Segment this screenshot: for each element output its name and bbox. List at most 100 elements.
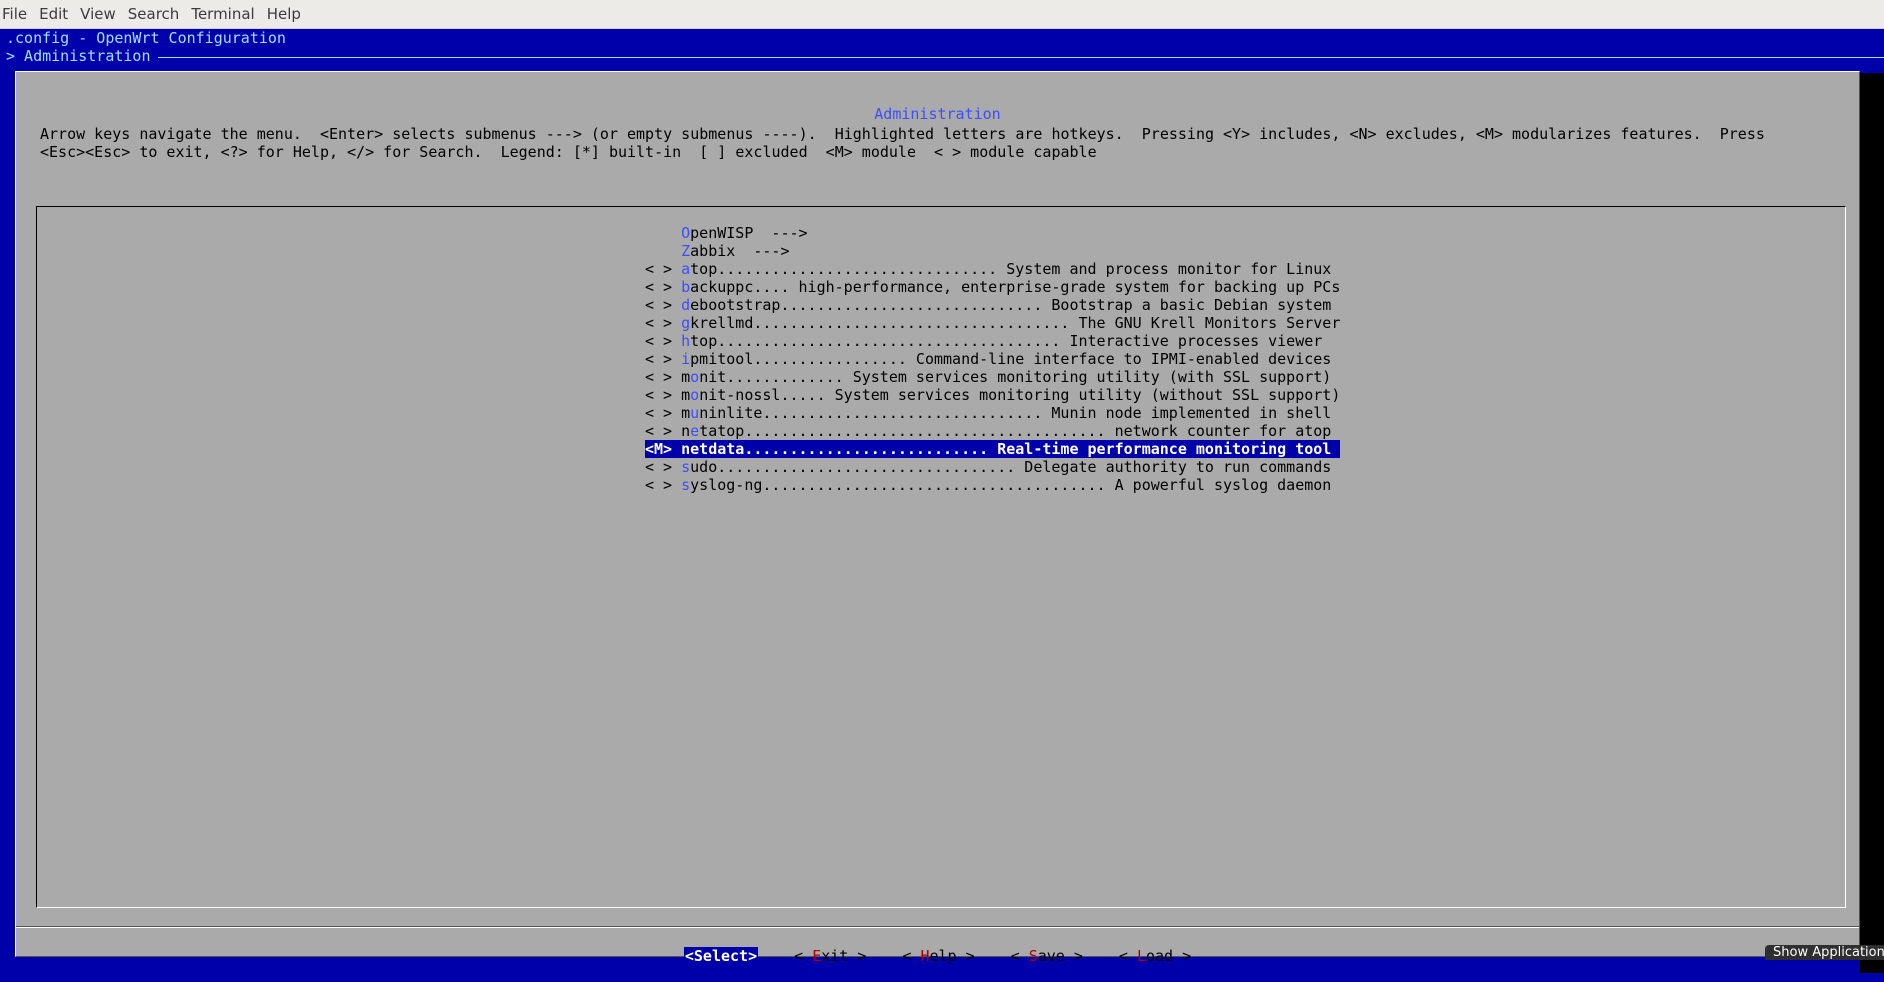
menu-view[interactable]: View	[74, 0, 122, 29]
select-open: <	[684, 947, 694, 965]
menu-item-text: penWISP --->	[690, 224, 808, 242]
help-button[interactable]: < Help >	[902, 947, 974, 965]
menu-item-hotkey: d	[681, 296, 691, 314]
config-title: .config - OpenWrt Configuration	[6, 29, 286, 47]
menu-item-text: ebootstrap............................. …	[690, 296, 1332, 314]
breadcrumb-rule	[158, 57, 1884, 58]
dialog-title-text: Administration	[871, 105, 1004, 123]
menu-item-prefix: < >	[645, 476, 682, 494]
load-rest: oad	[1145, 947, 1174, 965]
menu-item[interactable]: < > muninlite...........................…	[645, 404, 1340, 422]
help-rest: elp	[929, 947, 957, 965]
menu-item[interactable]: < > syslog-ng...........................…	[645, 476, 1340, 494]
menu-item-prefix	[645, 242, 681, 260]
menu-item-pre: m	[681, 404, 691, 422]
help-close: >	[956, 947, 975, 965]
menu-item-text: top.....................................…	[690, 332, 1323, 350]
select-close: >	[748, 947, 758, 965]
menu-item-hotkey: g	[681, 314, 691, 332]
menu-item-pre: n	[681, 422, 691, 440]
menu-edit[interactable]: Edit	[33, 0, 74, 29]
help-text: Arrow keys navigate the menu. <Enter> se…	[40, 125, 1765, 161]
load-hotkey: L	[1136, 947, 1146, 965]
terminal-area[interactable]: .config - OpenWrt Configuration > Admini…	[0, 29, 1884, 973]
menu-item-prefix: < >	[645, 386, 682, 404]
menu-item-text: ackuppc.... high-performance, enterprise…	[690, 278, 1341, 296]
menu-item-text: nit-nossl..... System services monitorin…	[699, 386, 1341, 404]
button-bar: <Select> < Exit > < Help > < Save > < Lo…	[16, 930, 1859, 982]
help-line-1: Arrow keys navigate the menu. <Enter> se…	[40, 125, 1765, 143]
menu-terminal[interactable]: Terminal	[185, 0, 260, 29]
exit-button[interactable]: < Exit >	[794, 947, 866, 965]
menu-item[interactable]: < > ipmitool................. Command-li…	[645, 350, 1340, 368]
menu-item-text: ninlite............................... M…	[699, 404, 1332, 422]
menu-file[interactable]: File	[0, 0, 33, 29]
menuconfig-dialog: Administration Arrow keys navigate the m…	[15, 71, 1860, 965]
exit-hotkey: E	[812, 947, 822, 965]
menu-item-prefix: <M>	[645, 440, 682, 458]
menu-item-text: yslog-ng................................…	[690, 476, 1332, 494]
menu-list[interactable]: OpenWISP ---> Zabbix ---> < > atop.......…	[645, 224, 1341, 494]
dialog-title: Administration	[16, 105, 1859, 123]
menu-item-text: nit............. System services monitor…	[699, 368, 1332, 386]
menu-item[interactable]: < > netatop.............................…	[645, 422, 1340, 440]
save-close: >	[1064, 947, 1083, 965]
menu-item-hotkey: n	[681, 440, 691, 458]
menu-search[interactable]: Search	[122, 0, 186, 29]
menu-item[interactable]: OpenWISP --->	[645, 224, 1340, 242]
menu-item[interactable]: < > gkrellmd............................…	[645, 314, 1340, 332]
menu-item-hotkey: u	[690, 404, 700, 422]
menu-item-prefix: < >	[645, 296, 682, 314]
breadcrumb: > Administration	[6, 47, 151, 65]
menu-item-text: top............................... Syste…	[690, 260, 1332, 278]
select-label: Select	[693, 947, 749, 965]
menu-item-hotkey: b	[681, 278, 691, 296]
menu-item[interactable]: < > htop................................…	[645, 332, 1340, 350]
menu-item-hotkey: i	[681, 350, 691, 368]
menu-item-hotkey: Z	[681, 242, 691, 260]
exit-open: <	[794, 947, 813, 965]
menu-item-prefix: < >	[645, 278, 682, 296]
menu-item-prefix: < >	[645, 260, 682, 278]
save-button[interactable]: < Save >	[1011, 947, 1083, 965]
menu-item-prefix	[645, 224, 681, 242]
menu-item[interactable]: Zabbix --->	[645, 242, 1340, 260]
menu-item-text: tatop...................................…	[699, 422, 1332, 440]
menu-item-hotkey: O	[681, 224, 691, 242]
show-applications-tooltip[interactable]: Show Applications	[1765, 945, 1884, 960]
menu-item[interactable]: <M> netdata........................... R…	[645, 440, 1341, 458]
menu-item-prefix: < >	[645, 404, 682, 422]
menu-item-hotkey: s	[681, 476, 691, 494]
menu-item-prefix: < >	[645, 422, 682, 440]
menu-item-hotkey: o	[690, 386, 700, 404]
menu-item-prefix: < >	[645, 368, 682, 386]
load-button[interactable]: < Load >	[1119, 947, 1191, 965]
menu-help[interactable]: Help	[261, 0, 307, 29]
window-menubar: File Edit View Search Terminal Help	[0, 0, 1884, 29]
menu-item[interactable]: < > debootstrap.........................…	[645, 296, 1340, 314]
menu-item-hotkey: s	[681, 458, 691, 476]
exit-close: >	[848, 947, 867, 965]
menu-item-hotkey: o	[690, 368, 700, 386]
menu-item-text: pmitool................. Command-line in…	[690, 350, 1332, 368]
menu-item[interactable]: < > monit-nossl..... System services mon…	[645, 386, 1340, 404]
save-hotkey: S	[1028, 947, 1038, 965]
menu-item-hotkey: e	[690, 422, 700, 440]
menu-item-prefix: < >	[645, 458, 682, 476]
menu-item[interactable]: < > sudo................................…	[645, 458, 1340, 476]
menu-box: OpenWISP ---> Zabbix ---> < > atop.......…	[36, 206, 1846, 908]
select-button[interactable]: <Select>	[683, 947, 759, 965]
save-open: <	[1010, 947, 1029, 965]
menu-item[interactable]: < > backuppc.... high-performance, enter…	[645, 278, 1340, 296]
menu-item-pre: m	[681, 386, 691, 404]
menu-item-text: krellmd.................................…	[690, 314, 1341, 332]
exit-rest: xit	[821, 947, 849, 965]
menu-item[interactable]: < > monit............. System services m…	[645, 368, 1340, 386]
menu-item-text: etdata........................... Real-t…	[690, 440, 1332, 458]
menu-item-prefix: < >	[645, 350, 682, 368]
menu-item-hotkey: h	[681, 332, 691, 350]
menu-item-pre: m	[681, 368, 691, 386]
menu-item[interactable]: < > atop............................... …	[645, 260, 1340, 278]
load-open: <	[1118, 947, 1137, 965]
menu-item-text: abbix --->	[690, 242, 790, 260]
